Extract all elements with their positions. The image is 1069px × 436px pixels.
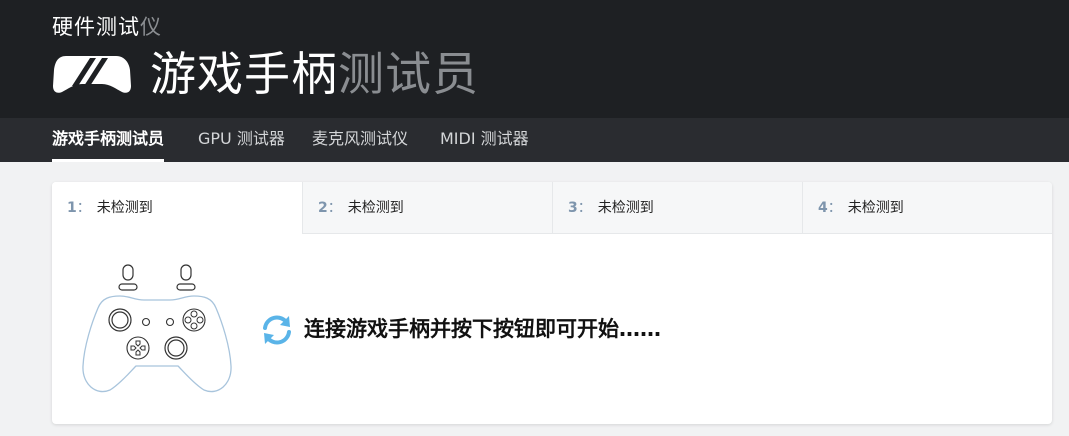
tab-number: 2 (318, 200, 328, 216)
nav-item-gamepad-tester[interactable]: 游戏手柄测试员 (52, 118, 165, 162)
tab-controller-2[interactable]: 2： 未检测到 (302, 182, 552, 234)
brand-subtitle-dim: 仪 (140, 15, 162, 39)
brand-subtitle[interactable]: 硬件测试仪 (52, 13, 162, 41)
controller-tabs: 1： 未检测到 2： 未检测到 3： 未检测到 4： 未检测到 (52, 182, 1052, 234)
tab-controller-1[interactable]: 1： 未检测到 (52, 182, 302, 234)
nav-item-mic-tester[interactable]: 麦克风测试仪 (312, 118, 408, 162)
tab-status: 未检测到 (847, 200, 904, 216)
tab-status: 未检测到 (597, 200, 654, 216)
connect-instruction: 连接游戏手柄并按下按钮即可开始…… (304, 317, 661, 341)
tab-separator: ： (327, 200, 342, 216)
sync-arrows-icon (263, 315, 291, 345)
site-header: 硬件测试仪 游戏手柄测试员 (0, 0, 1069, 118)
tab-status: 未检测到 (347, 200, 404, 216)
gamepad-panel: 1： 未检测到 2： 未检测到 3： 未检测到 4： 未检测到 连接游戏手柄并按… (52, 182, 1052, 424)
brand-subtitle-main: 硬件测试 (52, 15, 140, 39)
nav-item-gpu-tester[interactable]: GPU 测试器 (198, 118, 285, 162)
page-title-dim: 测试员 (338, 47, 479, 101)
page-title-main: 游戏手柄 (150, 47, 338, 101)
gamepad-logo-icon[interactable] (52, 52, 132, 96)
tab-separator: ： (827, 200, 842, 216)
tab-number: 1 (67, 200, 77, 216)
tab-separator: ： (577, 200, 592, 216)
page-title[interactable]: 游戏手柄测试员 (150, 44, 479, 104)
tab-status: 未检测到 (96, 200, 153, 216)
tab-number: 4 (818, 200, 828, 216)
nav-item-midi-tester[interactable]: MIDI 测试器 (440, 118, 529, 162)
tab-controller-4[interactable]: 4： 未检测到 (802, 182, 1052, 234)
main-nav: 游戏手柄测试员 GPU 测试器 麦克风测试仪 MIDI 测试器 (0, 118, 1069, 162)
gamepad-outline-icon (82, 264, 232, 393)
tab-separator: ： (76, 200, 91, 216)
tab-controller-3[interactable]: 3： 未检测到 (552, 182, 802, 234)
tab-number: 3 (568, 200, 578, 216)
